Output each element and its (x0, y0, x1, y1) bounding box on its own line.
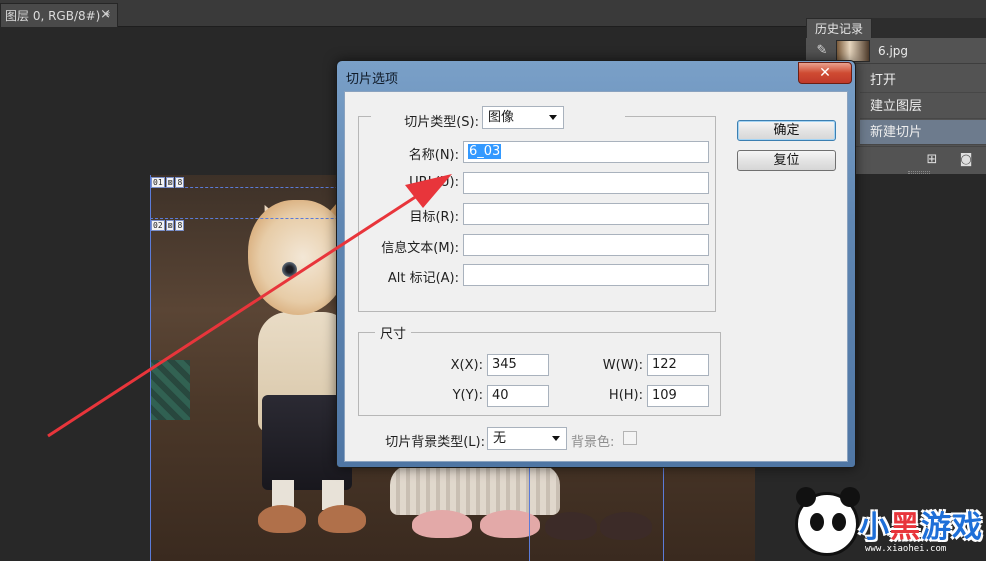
target-label: 目标(R): (409, 210, 459, 225)
y-label: Y(Y): (452, 388, 483, 403)
tab-history[interactable]: 历史记录 (806, 18, 873, 38)
resize-grip[interactable] (908, 171, 930, 174)
dialog-close-button[interactable]: ✕ (798, 62, 852, 84)
slice-type-select[interactable]: 图像 (482, 106, 564, 129)
slice-badge[interactable]: 02 ⊠ 8 (151, 220, 185, 231)
reset-button[interactable]: 复位 (737, 150, 836, 171)
slice-bg-type-label: 切片背景类型(L): (385, 435, 485, 450)
dialog-body: 切片类型(S): 图像 名称(N): 6_03 URL(U): 目标(R): 信… (344, 91, 848, 462)
watermark-url: www.xiaohei.com (865, 544, 947, 554)
document-tab[interactable]: 图层 0, RGB/8#) * × (0, 3, 118, 27)
camera-icon[interactable]: ◙ (958, 153, 974, 167)
slice-number: 01 (151, 177, 165, 188)
slice-link-count: 8 (175, 177, 185, 188)
history-item-create-layer[interactable]: 建立图层 (860, 94, 986, 119)
alt-tag-field[interactable] (463, 264, 709, 286)
snapshot-thumbnail (836, 39, 870, 62)
photo-shoe (318, 505, 366, 533)
history-item-new-slice[interactable]: 新建切片 (860, 120, 986, 145)
url-label: URL(U): (409, 175, 459, 190)
photo-shoe (258, 505, 306, 533)
h-label: H(H): (608, 388, 643, 403)
image-slice-icon: ⊠ (165, 177, 175, 188)
slice-bg-type-value: 无 (493, 431, 507, 446)
image-slice-icon: ⊠ (165, 220, 175, 231)
history-item-open[interactable]: 打开 (860, 68, 986, 93)
new-document-icon[interactable]: ⊞ (924, 153, 940, 167)
alt-tag-label: Alt 标记(A): (387, 271, 459, 286)
photo-lace-dress (390, 465, 560, 515)
slice-guide (663, 465, 664, 561)
watermark-brand: 小黑游戏 (859, 502, 983, 546)
slice-guide (150, 175, 151, 561)
message-text-label: 信息文本(M): (381, 241, 459, 256)
bg-color-label: 背景色: (571, 435, 615, 450)
slice-number: 02 (151, 220, 165, 231)
site-watermark: 小黑游戏 www.xiaohei.com (795, 487, 985, 560)
slice-bg-type-select[interactable]: 无 (487, 427, 567, 450)
watermark-brand-part: 游戏 (921, 510, 983, 545)
slice-type-value: 图像 (488, 110, 515, 125)
photo-shoe (480, 510, 540, 538)
chevron-down-icon (552, 436, 560, 441)
photo-doll-eye (282, 262, 297, 277)
close-tab-icon[interactable]: × (100, 7, 111, 22)
watermark-brand-part: 黑 (890, 510, 921, 545)
panda-logo-icon (795, 487, 860, 556)
name-value: 6_03 (468, 144, 502, 159)
url-field[interactable] (463, 172, 709, 194)
slice-options-dialog: 切片选项 ✕ 切片类型(S): 图像 名称(N): 6_03 URL(U): 目… (336, 60, 856, 468)
x-field[interactable]: 345 (487, 354, 549, 376)
slice-link-count: 8 (175, 220, 185, 231)
photo-shoe (545, 512, 597, 540)
bg-color-swatch[interactable] (623, 431, 637, 445)
photo-crate (150, 360, 190, 420)
x-label: X(X): (450, 358, 483, 373)
height-field[interactable]: 109 (647, 385, 709, 407)
y-field[interactable]: 40 (487, 385, 549, 407)
dimensions-legend: 尺寸 (375, 323, 412, 342)
width-field[interactable]: 122 (647, 354, 709, 376)
slice-badge[interactable]: 01 ⊠ 8 (151, 177, 185, 188)
target-field[interactable] (463, 203, 709, 225)
snapshot-label: 6.jpg (878, 43, 909, 58)
history-panel-tabbar: 历史记录 (806, 18, 986, 38)
history-brush-icon[interactable]: ✎ (812, 41, 832, 61)
name-field[interactable]: 6_03 (463, 141, 709, 163)
w-label: W(W): (602, 358, 643, 373)
chevron-down-icon (549, 115, 557, 120)
photo-shoe (600, 512, 652, 540)
slice-guide (529, 465, 530, 561)
dialog-title: 切片选项 (346, 72, 399, 87)
photo-shoe (412, 510, 472, 538)
name-label: 名称(N): (408, 148, 459, 163)
document-tab-title: 图层 0, RGB/8#) * (5, 9, 111, 23)
slice-type-label: 切片类型(S): (404, 115, 479, 130)
watermark-brand-part: 小 (859, 510, 890, 545)
ok-button[interactable]: 确定 (737, 120, 836, 141)
message-text-field[interactable] (463, 234, 709, 256)
